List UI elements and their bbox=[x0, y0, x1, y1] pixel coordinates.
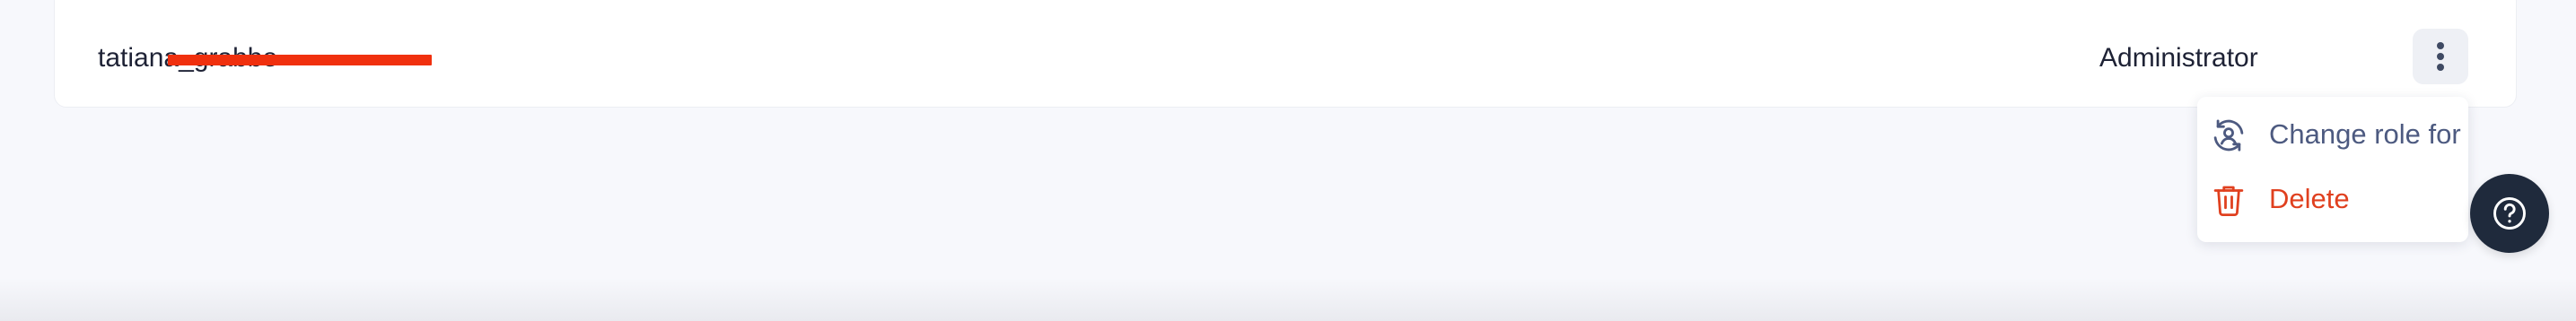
role-text: Administrator bbox=[2099, 43, 2258, 73]
help-button[interactable] bbox=[2470, 174, 2549, 253]
row-actions-button[interactable] bbox=[2413, 29, 2468, 84]
username-text: tatiana_grabbe bbox=[98, 42, 432, 74]
change-role-menu-item[interactable]: Change role for bbox=[2197, 106, 2468, 163]
kebab-dot bbox=[2437, 64, 2444, 71]
change-role-label: Change role for bbox=[2269, 118, 2461, 150]
kebab-dot bbox=[2437, 53, 2444, 60]
question-circle-icon bbox=[2493, 197, 2526, 230]
row-actions-menu: Change role for Delete bbox=[2197, 97, 2468, 242]
kebab-dot bbox=[2437, 42, 2444, 49]
redaction-mark bbox=[168, 55, 432, 65]
delete-label: Delete bbox=[2269, 183, 2350, 214]
trash-icon bbox=[2210, 181, 2247, 219]
delete-menu-item[interactable]: Delete bbox=[2197, 170, 2468, 228]
change-role-icon bbox=[2210, 117, 2247, 154]
user-row: tatiana_grabbe Administrator bbox=[54, 0, 2517, 108]
bottom-shadow bbox=[0, 278, 2576, 321]
